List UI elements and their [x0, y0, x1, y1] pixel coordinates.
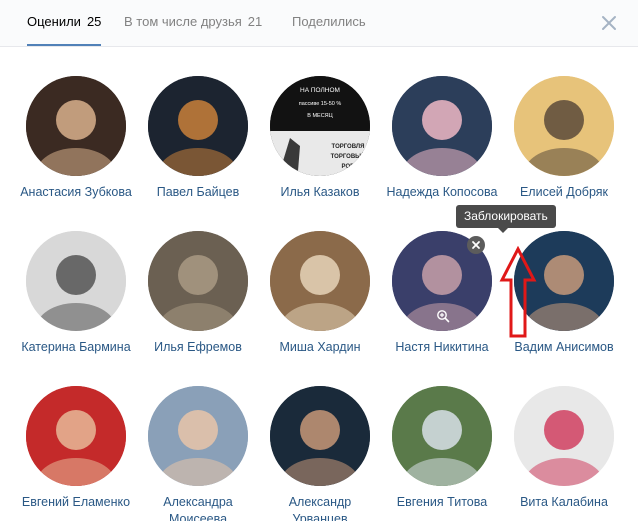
person-card[interactable]: Надежда Копосова — [382, 76, 502, 201]
person-card[interactable]: Анастасия Зубкова — [16, 76, 136, 201]
block-tooltip: Заблокировать — [456, 205, 556, 233]
ad-bottom-2: ТОРГОВЫЙ — [331, 152, 366, 160]
person-name[interactable]: Миша Хардин — [260, 339, 380, 356]
avatar[interactable] — [270, 231, 370, 331]
tab-friends-label: В том числе друзья — [124, 14, 242, 29]
tab-shared[interactable]: Поделились — [292, 0, 366, 46]
person-name[interactable]: Евгения Титова — [382, 494, 502, 511]
person-name[interactable]: Вита Калабина — [504, 494, 624, 511]
person-name[interactable]: Надежда Копосова — [382, 184, 502, 201]
avatar[interactable] — [514, 386, 614, 486]
zoom-in-icon[interactable] — [436, 309, 450, 323]
avatar-ad[interactable]: НА ПОЛНОМ пассиве 15-50 % В МЕСЯЦ ТОРГОВ… — [270, 76, 370, 176]
person-card[interactable]: Миша Хардин — [260, 231, 380, 356]
person-name[interactable]: Александр Урванцев — [260, 494, 380, 521]
tabs-header: Оценили 25 В том числе друзья 21 Поделилис… — [0, 0, 638, 47]
avatar[interactable] — [392, 386, 492, 486]
person-card[interactable]: НА ПОЛНОМ пассиве 15-50 % В МЕСЯЦ ТОРГОВ… — [260, 76, 380, 201]
person-name[interactable]: Илья Ефремов — [138, 339, 258, 356]
person-name[interactable]: Илья Казаков — [260, 184, 380, 201]
people-grid: Анастасия Зубкова Павел Байцев НА ПОЛНОМ… — [0, 46, 638, 521]
block-button[interactable] — [467, 236, 485, 254]
ad-line-2: пассиве 15-50 % — [299, 101, 342, 107]
tab-friends-count: 21 — [247, 14, 263, 29]
ad-bottom-3: РОБ — [342, 164, 356, 170]
avatar[interactable] — [26, 386, 126, 486]
avatar[interactable] — [26, 76, 126, 176]
person-name[interactable]: Евгений Еламенко — [16, 494, 136, 511]
close-icon[interactable] — [601, 15, 617, 31]
person-card[interactable]: Александра Моисеева — [138, 386, 258, 521]
avatar[interactable] — [148, 76, 248, 176]
person-name[interactable]: Вадим Анисимов — [504, 339, 624, 356]
person-name[interactable]: Александра Моисеева — [138, 494, 258, 521]
person-card[interactable]: Евгений Еламенко — [16, 386, 136, 511]
person-card[interactable]: Елисей Добряк — [504, 76, 624, 201]
avatar[interactable] — [514, 76, 614, 176]
tab-liked-label: Оценили — [27, 14, 81, 29]
person-card[interactable]: Павел Байцев — [138, 76, 258, 201]
avatar[interactable] — [148, 231, 248, 331]
tab-friends[interactable]: В том числе друзья 21 — [124, 0, 262, 46]
tab-liked-count: 25 — [86, 14, 102, 29]
person-card[interactable]: Александр Урванцев — [260, 386, 380, 521]
person-card[interactable]: Евгения Титова — [382, 386, 502, 511]
red-arrow-annotation — [499, 246, 537, 338]
person-name[interactable]: Елисей Добряк — [504, 184, 624, 201]
ad-line-1: НА ПОЛНОМ — [300, 87, 340, 94]
avatar[interactable] — [26, 231, 126, 331]
person-card[interactable]: Катерина Бармина — [16, 231, 136, 356]
tab-liked[interactable]: Оценили 25 — [27, 0, 102, 46]
ad-bottom-1: ТОРГОВЛЯ — [332, 144, 365, 150]
avatar[interactable] — [148, 386, 248, 486]
close-icon — [472, 241, 480, 249]
person-name[interactable]: Анастасия Зубкова — [16, 184, 136, 201]
person-name[interactable]: Катерина Бармина — [16, 339, 136, 356]
avatar[interactable] — [392, 76, 492, 176]
person-card[interactable]: Вита Калабина — [504, 386, 624, 511]
person-card[interactable]: Илья Ефремов — [138, 231, 258, 356]
ad-line-3: В МЕСЯЦ — [307, 113, 332, 119]
person-name[interactable]: Павел Байцев — [138, 184, 258, 201]
avatar[interactable] — [270, 386, 370, 486]
person-name[interactable]: Настя Никитина — [382, 339, 502, 356]
tab-shared-label: Поделились — [292, 14, 366, 29]
